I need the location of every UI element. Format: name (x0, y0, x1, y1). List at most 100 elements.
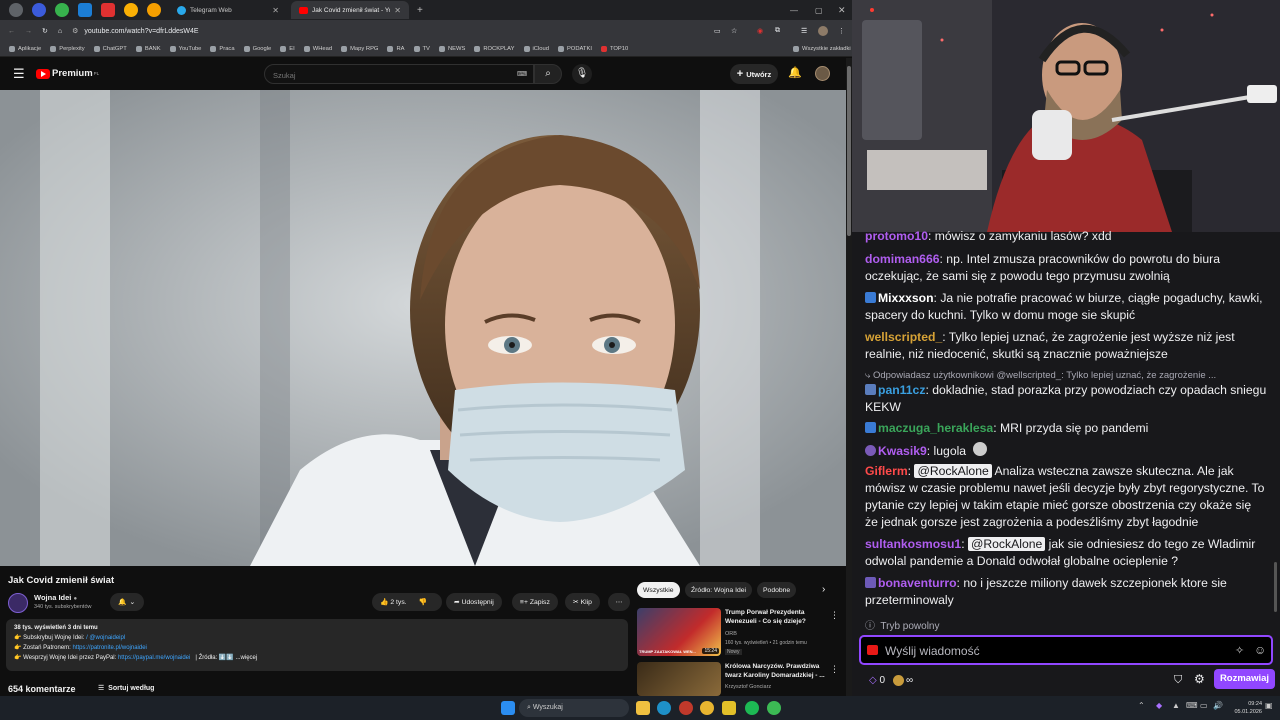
description-link[interactable]: https://paypal.me/wojnaidei (118, 655, 190, 661)
description-link[interactable]: / @wojnaideipl (86, 635, 125, 641)
shield-icon[interactable]: ⛉ (1174, 672, 1182, 689)
keyboard-icon[interactable]: ⌨ (517, 70, 527, 78)
window-close-icon[interactable]: ✕ (838, 5, 846, 16)
description-link[interactable]: https://patronite.pl/wojnaidei (73, 645, 147, 651)
recommended-thumbnail[interactable] (637, 662, 721, 696)
youtube-logo[interactable]: Premium PL (36, 68, 99, 79)
bookmark-item[interactable]: WHead (303, 46, 332, 52)
more-icon[interactable]: ⋮ (830, 664, 839, 675)
chat-scrollbar[interactable] (1274, 562, 1277, 612)
tab-youtube[interactable]: Jak Covid zmienił świat - Yo ✕ (291, 1, 409, 19)
search-input[interactable]: Szukaj ⌨ (264, 64, 534, 84)
chat-input[interactable]: Wyślij wiadomość ✧ ☺ (859, 635, 1273, 665)
bookmark-folder[interactable]: BANK (135, 46, 161, 52)
like-button[interactable]: 👍 2 tys. 👎 (372, 593, 442, 611)
pinned-tab-icon[interactable] (101, 3, 115, 17)
chevron-right-icon[interactable]: › (822, 584, 825, 595)
recommended-title[interactable]: Trump Porwał Prezydenta Wenezueli - Co s… (725, 609, 825, 626)
bookmark-folder[interactable]: Mapy RPG (341, 46, 378, 52)
voice-search-button[interactable]: 🎙 (572, 64, 592, 84)
emote-picker-icon[interactable]: ☺ (1254, 642, 1266, 659)
windows-start-icon[interactable] (501, 701, 515, 715)
recommended-thumbnail[interactable]: TRUMP ZAATAKOWAŁ WEN... 15:24 (637, 608, 721, 656)
all-bookmarks[interactable]: Wszystkie zakładki (793, 46, 851, 52)
chat-username[interactable]: domiman666 (865, 252, 940, 266)
bookmark-item[interactable]: Aplikacje (9, 46, 41, 52)
tab-telegram[interactable]: Telegram Web ✕ (169, 1, 287, 19)
more-icon[interactable]: ⋮ (830, 610, 839, 621)
home-icon[interactable]: ⌂ (58, 28, 62, 35)
reload-icon[interactable]: ↻ (42, 27, 48, 35)
chevron-up-icon[interactable]: ⌃ (1138, 701, 1145, 710)
save-button[interactable]: ≡+ Zapisz (512, 593, 558, 611)
pinned-tab-icon[interactable] (124, 3, 138, 17)
bookmark-item[interactable]: ChatGPT (93, 46, 127, 52)
tab-search-icon[interactable] (9, 3, 23, 17)
recommended-title[interactable]: Królowa Narcyzów. Prawdziwa twarz Karoli… (725, 663, 825, 680)
close-icon[interactable]: ✕ (394, 6, 401, 15)
bookmark-item[interactable]: TV (413, 46, 430, 52)
create-button[interactable]: + Utwórz (730, 64, 778, 84)
settings-gear-icon[interactable]: ⚙ (1194, 671, 1205, 688)
chat-username[interactable]: protomo10 (865, 229, 928, 243)
thumb-down-icon[interactable]: 👎 (419, 598, 427, 606)
file-explorer-icon[interactable] (636, 701, 650, 715)
edge-icon[interactable] (657, 701, 671, 715)
share-button[interactable]: ➦ Udostępnij (446, 593, 502, 611)
profile-avatar[interactable] (818, 26, 828, 36)
chip-all[interactable]: Wszystkie (637, 582, 680, 598)
magic-wand-icon[interactable]: ✧ (1235, 643, 1244, 660)
spotify-icon[interactable] (745, 701, 759, 715)
chrome-active-icon[interactable] (767, 701, 781, 715)
pinned-tab-icon[interactable] (147, 3, 161, 17)
video-player[interactable] (0, 90, 846, 566)
extension-icon[interactable]: ◉ (757, 27, 763, 35)
clock[interactable]: 09:24 05.01.2026 (1228, 700, 1262, 716)
chrome-icon[interactable] (700, 701, 714, 715)
opera-icon[interactable] (679, 701, 693, 715)
bookmark-star-icon[interactable]: ☆ (731, 27, 737, 35)
chat-username[interactable]: maczuga_heraklesa (878, 421, 993, 435)
chat-mention[interactable]: @RockAlone (967, 537, 1046, 551)
bookmark-folder[interactable]: Praca (210, 46, 235, 52)
bookmark-item[interactable]: TOP10 (600, 46, 628, 52)
tray-icon[interactable]: ▲ (1172, 701, 1180, 710)
chip-related[interactable]: Podobne (757, 582, 797, 598)
volume-icon[interactable]: 🔊 (1213, 701, 1223, 710)
search-button[interactable]: ⌕ (534, 64, 562, 84)
chat-username[interactable]: wellscripted_ (865, 330, 942, 344)
bookmark-item[interactable]: Perplexity (50, 46, 85, 52)
description-box[interactable]: 38 tys. wyświetleń 3 dni temu 👉 Subskryb… (6, 619, 628, 671)
account-avatar[interactable] (815, 66, 830, 81)
chat-username[interactable]: pan11cz (878, 383, 925, 397)
tray-icon[interactable]: ⌨ (1186, 701, 1198, 710)
bookmark-folder[interactable]: EI (280, 46, 295, 52)
maximize-icon[interactable]: ▢ (815, 6, 823, 15)
url-field[interactable]: youtube.com/watch?v=dfrLddesW4E (84, 28, 198, 35)
chat-username[interactable]: Kwasik9 (878, 444, 927, 458)
close-icon[interactable]: ✕ (272, 6, 279, 15)
extensions-icon[interactable]: ⧉ (775, 27, 780, 35)
channel-name[interactable]: Wojna Idei ● (34, 593, 77, 602)
pinned-tab-icon[interactable] (32, 3, 46, 17)
chat-mention[interactable]: @RockAlone (914, 464, 992, 478)
channel-points[interactable]: ◇ 0 ∞ (869, 672, 913, 689)
pinned-tab-icon[interactable] (55, 3, 69, 17)
install-app-icon[interactable]: ▭ (714, 27, 721, 35)
forward-icon[interactable]: → (25, 28, 32, 35)
hamburger-menu-icon[interactable]: ☰ (13, 67, 25, 80)
chat-username[interactable]: Giflerm (865, 464, 908, 478)
bookmark-folder[interactable]: RA (387, 46, 405, 52)
scrollbar-thumb[interactable] (847, 66, 851, 236)
clip-button[interactable]: ✂ Klip (565, 593, 600, 611)
bookmark-folder[interactable]: Google (243, 46, 271, 52)
site-info-icon[interactable]: ⚙ (72, 27, 78, 35)
chat-username[interactable]: Mixxxson (878, 291, 934, 305)
bookmark-item[interactable]: ROCKPLAY (474, 46, 515, 52)
sort-comments-button[interactable]: ☰ Sortuj według (98, 684, 154, 692)
tray-icon[interactable]: ◆ (1156, 701, 1162, 710)
channel-avatar[interactable] (8, 593, 28, 613)
bookmark-folder[interactable]: NEWS (438, 46, 465, 52)
show-more-link[interactable]: | Źródła: ⬇️⬇️ ...więcej (195, 655, 257, 661)
chat-send-button[interactable]: Rozmawiaj (1214, 669, 1275, 689)
